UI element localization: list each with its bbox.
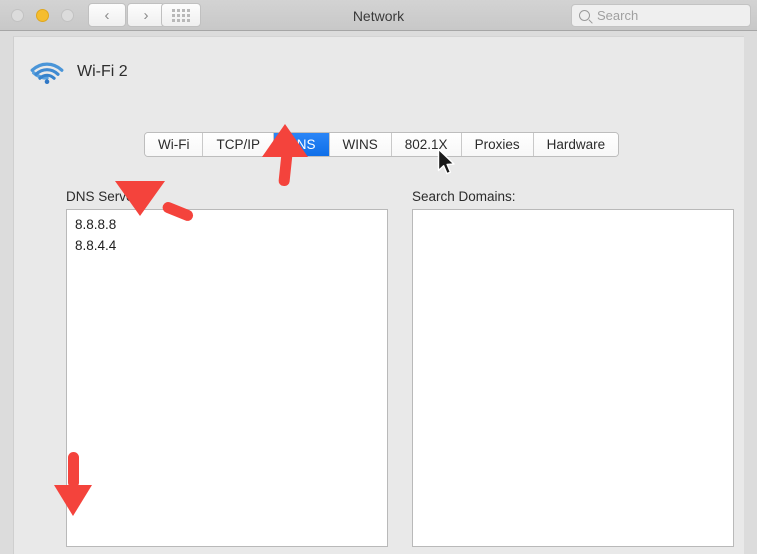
search-input[interactable]: Search [571, 4, 751, 27]
tab-802-1x[interactable]: 802.1X [391, 133, 462, 156]
forward-button[interactable]: › [127, 3, 165, 27]
tab-wins[interactable]: WINS [329, 133, 392, 156]
tab-tcpip[interactable]: TCP/IP [203, 133, 274, 156]
search-placeholder: Search [597, 8, 639, 23]
search-domains-list[interactable] [412, 209, 734, 547]
wifi-icon [29, 59, 65, 85]
settings-tabbar: Wi-Fi TCP/IP DNS WINS 802.1X Proxies Har… [144, 132, 620, 157]
chevron-right-icon: › [143, 6, 149, 24]
tab-wi-fi[interactable]: Wi-Fi [145, 133, 204, 156]
network-preferences-window: ‹ › Network Search Wi-Fi 2 Wi-Fi TCP/IP … [0, 0, 757, 554]
service-header: Wi-Fi 2 [29, 59, 128, 85]
service-name: Wi-Fi 2 [77, 63, 128, 80]
preferences-content: Wi-Fi 2 Wi-Fi TCP/IP DNS WINS 802.1X Pro… [0, 31, 757, 554]
list-item[interactable]: 8.8.8.8 [67, 210, 387, 235]
search-icon [579, 10, 590, 21]
back-button[interactable]: ‹ [88, 3, 126, 27]
close-button[interactable] [11, 9, 24, 22]
grid-icon [172, 8, 190, 22]
tab-hardware[interactable]: Hardware [533, 133, 619, 156]
chevron-left-icon: ‹ [104, 6, 110, 24]
minimize-button[interactable] [36, 9, 49, 22]
list-item[interactable]: 8.8.4.4 [67, 235, 387, 256]
network-pane: Wi-Fi 2 Wi-Fi TCP/IP DNS WINS 802.1X Pro… [13, 36, 744, 554]
zoom-button[interactable] [61, 9, 74, 22]
tab-proxies[interactable]: Proxies [461, 133, 534, 156]
show-all-button[interactable] [161, 3, 201, 27]
window-toolbar: ‹ › Network Search [0, 0, 757, 31]
dns-servers-list[interactable]: 8.8.8.8 8.8.4.4 [66, 209, 388, 547]
dns-servers-label: DNS Servers: [66, 189, 149, 204]
search-domains-label: Search Domains: [412, 189, 516, 204]
tab-dns[interactable]: DNS [274, 133, 330, 156]
